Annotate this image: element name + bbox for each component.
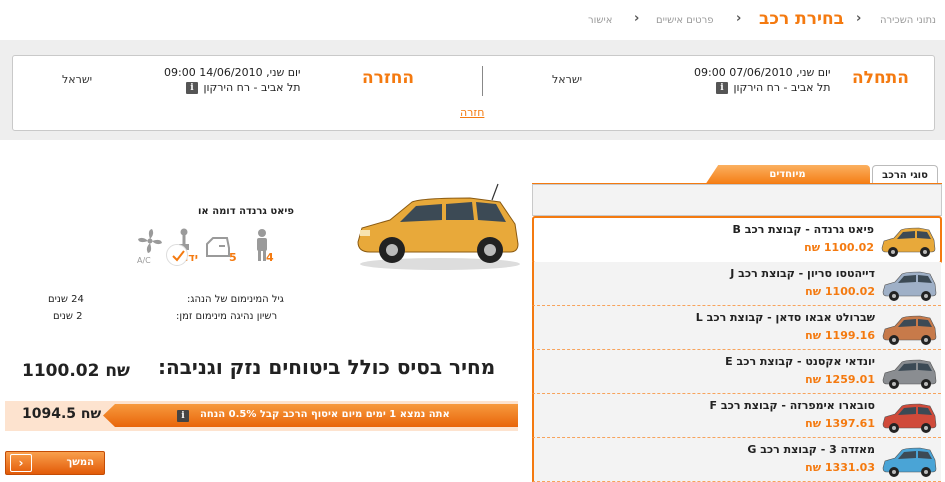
- base-price-label: מחיר בסיס כולל ביטוחים נזק וגניבה:: [158, 355, 496, 379]
- car-price: 1100.02 שח: [804, 241, 874, 254]
- car-price: 1199.16 שח: [805, 329, 875, 342]
- passengers-feature: 4: [253, 228, 283, 268]
- return-location-row: i תל אביב - רח הירקון: [186, 81, 301, 94]
- pickup-title: התחלה: [852, 68, 909, 88]
- breadcrumb-step-personal-details: פרטים אישיים: [656, 15, 714, 26]
- info-icon[interactable]: i: [177, 410, 189, 422]
- pickup-location: תל אביב - רח הירקון: [733, 81, 831, 94]
- car-thumbnail-image: [882, 359, 937, 389]
- car-thumbnail-image: [882, 271, 937, 301]
- passenger-count: 4: [266, 251, 274, 264]
- next-button[interactable]: המשך ›: [5, 451, 105, 475]
- pickup-datetime: יום שני, 07/06/2010 09:00: [694, 66, 831, 79]
- chevron-right-icon: ›: [634, 11, 640, 26]
- trip-divider: [482, 66, 483, 96]
- fan-icon: [138, 229, 162, 253]
- pickup-country: ישראל: [552, 73, 583, 86]
- car-thumbnail-image: [881, 227, 936, 257]
- return-title: החזרה: [362, 68, 415, 88]
- car-name: פיאט גרנדה - קבוצת רכב B: [732, 223, 874, 236]
- back-link[interactable]: חזרה: [460, 106, 484, 119]
- doors-feature: 5: [205, 228, 241, 268]
- min-license-value: 2 שנים: [53, 311, 83, 322]
- car-list-item[interactable]: שברולט אבאו סדאן - קבוצת רכב L 1199.16 שח: [532, 306, 941, 350]
- return-datetime: יום שני, 14/06/2010 09:00: [164, 66, 301, 79]
- info-icon[interactable]: i: [186, 82, 198, 94]
- breadcrumb-step-rental-details[interactable]: נתוני השכירה: [880, 15, 936, 26]
- car-main-image: [357, 183, 520, 270]
- car-price: 1397.61 שח: [805, 417, 875, 430]
- tab-car-types[interactable]: סוגי הרכב: [872, 165, 938, 185]
- car-list-item[interactable]: סובארו אימפרזה - קבוצת רכב F 1397.61 שח: [532, 394, 941, 438]
- promo-text: אתה נמצא 1 ימים מיום איסוף הרכב קבל 0.5%…: [200, 409, 450, 420]
- car-name: יונדאי אקסנט - קבוצת רכב E: [725, 355, 875, 368]
- car-thumbnail-image: [882, 447, 937, 477]
- car-name: סובארו אימפרזה - קבוצת רכב F: [709, 399, 875, 412]
- car-price: 1331.03 שח: [805, 461, 875, 474]
- ac-label: A/C: [137, 256, 151, 265]
- door-count: 5: [229, 251, 237, 264]
- car-price: 1259.01 שח: [805, 373, 875, 386]
- car-thumbnail-image: [882, 315, 937, 345]
- promo-info-icon-wrap: i: [177, 409, 189, 422]
- car-name: מאזדה 3 - קבוצת רכב G: [747, 443, 875, 456]
- breadcrumb-step-car-selection: בחירת רכב: [759, 9, 845, 29]
- chevron-right-icon: ›: [856, 11, 862, 26]
- ac-feature: A/C: [137, 228, 167, 268]
- car-thumbnail-image: [882, 403, 937, 433]
- min-age-value: 24 שנים: [48, 294, 84, 305]
- car-list-item[interactable]: פיאט גרנדה - קבוצת רכב B 1100.02 שח: [532, 216, 942, 264]
- car-list-item[interactable]: מאזדה 3 - קבוצת רכב G 1331.03 שח: [532, 438, 941, 482]
- promo-price: 1094.5 שח: [22, 406, 102, 422]
- min-age-label: גיל המינימום של הנהג:: [187, 294, 284, 305]
- car-list-item[interactable]: דייהטסו סריון - קבוצת רכב J 1100.02 שח: [532, 262, 941, 306]
- car-list-item[interactable]: יונדאי אקסנט - קבוצת רכב E 1259.01 שח: [532, 350, 941, 394]
- tab-content-header: [532, 184, 942, 216]
- car-door-icon: [206, 237, 230, 257]
- base-price-value: 1100.02 שח: [22, 361, 130, 381]
- breadcrumb-step-confirmation: אישור: [588, 15, 613, 26]
- car-price: 1100.02 שח: [805, 285, 875, 298]
- car-name: דייהטסו סריון - קבוצת רכב J: [730, 267, 875, 280]
- return-country: ישראל: [62, 73, 93, 86]
- info-icon[interactable]: i: [716, 82, 728, 94]
- chevron-right-icon: ›: [736, 11, 742, 26]
- pickup-location-row: i תל אביב - רח הירקון: [716, 81, 831, 94]
- next-button-label: המשך: [66, 457, 94, 468]
- min-license-label: רשיון נהיגה מינימום זמן:: [176, 311, 278, 322]
- car-detail-title: פיאט גרנדה דומה או: [198, 206, 294, 217]
- return-location: תל אביב - רח הירקון: [203, 81, 301, 94]
- tab-specials[interactable]: מיוחדים: [705, 165, 870, 185]
- check-icon: [166, 244, 188, 266]
- car-name: שברולט אבאו סדאן - קבוצת רכב L: [695, 311, 875, 324]
- chevron-right-icon: ›: [10, 454, 32, 472]
